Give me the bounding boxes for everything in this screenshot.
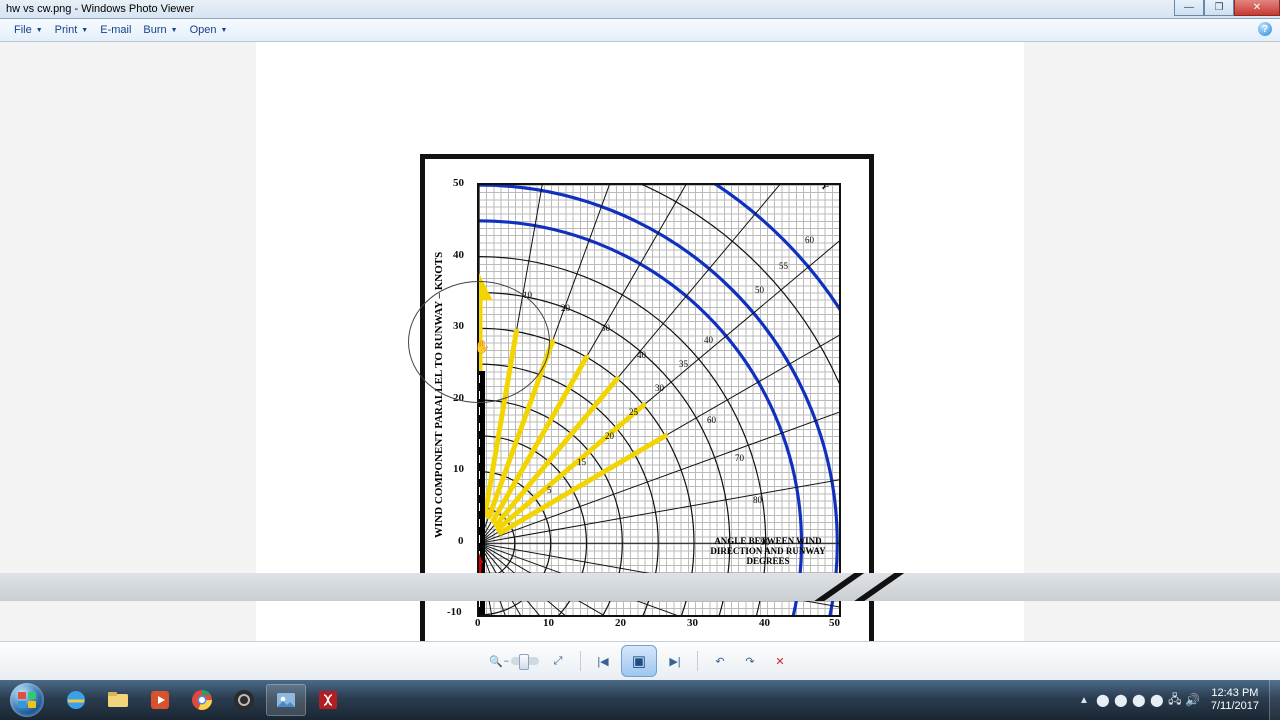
video-icon[interactable] bbox=[140, 684, 180, 716]
ytick-40: 40 bbox=[453, 249, 464, 261]
caption-buttons: — ❐ ✕ bbox=[1174, 0, 1280, 18]
chevron-down-icon: ▼ bbox=[221, 27, 228, 34]
xtick-0: 0 bbox=[475, 617, 481, 629]
ie-icon[interactable] bbox=[56, 684, 96, 716]
arc-15: 15 bbox=[577, 457, 586, 467]
arc-50: 50 bbox=[755, 285, 764, 295]
tray-icon-3[interactable]: ⬤ bbox=[1131, 692, 1147, 708]
angle-label: ANGLE BETWEEN WIND DIRECTION AND RUNWAY … bbox=[703, 537, 833, 567]
arc-40: 40 bbox=[704, 335, 713, 345]
explorer-icon[interactable] bbox=[98, 684, 138, 716]
zoom-button[interactable]: 🔍− bbox=[488, 649, 540, 673]
angle-60-label: 60 bbox=[707, 415, 716, 425]
minus-icon: − bbox=[504, 656, 509, 666]
separator bbox=[697, 651, 698, 671]
menu-burn-label: Burn bbox=[143, 24, 166, 36]
ytick-10: 10 bbox=[453, 463, 464, 475]
titlebar[interactable]: hw vs cw.png - Windows Photo Viewer — ❐ … bbox=[0, 0, 1280, 19]
hand-cursor-icon: ✋ bbox=[474, 339, 490, 355]
rotate-cw-button[interactable]: ↷ bbox=[738, 649, 762, 673]
chevron-down-icon: ▼ bbox=[81, 27, 88, 34]
xtick-30: 30 bbox=[687, 617, 698, 629]
angle-30-label: 30 bbox=[601, 323, 610, 333]
chart-plot-area: 10 20 30 40 60 70 80 90 100 5 15 20 25 3… bbox=[477, 183, 841, 617]
taskbar-pinned bbox=[54, 684, 348, 716]
fit-icon: ⤢ bbox=[554, 655, 563, 668]
ytick-n10: -10 bbox=[447, 606, 462, 618]
xtick-10: 10 bbox=[543, 617, 554, 629]
slideshow-icon: ▣ bbox=[632, 652, 646, 670]
delete-icon: ✕ bbox=[775, 655, 784, 668]
zoom-slider[interactable] bbox=[511, 657, 539, 665]
arc-5: 5 bbox=[547, 485, 552, 495]
background-strip bbox=[0, 573, 1280, 601]
acrobat-icon[interactable] bbox=[308, 684, 348, 716]
xtick-50: 50 bbox=[829, 617, 840, 629]
viewer-content[interactable]: WIND COMPONENT PARALLEL TO RUNWAY – KNOT… bbox=[0, 42, 1280, 641]
menu-print[interactable]: Print▼ bbox=[49, 24, 95, 36]
window-title: hw vs cw.png - Windows Photo Viewer bbox=[0, 3, 1174, 15]
chevron-down-icon: ▼ bbox=[171, 27, 178, 34]
menu-email-label: E-mail bbox=[100, 24, 131, 36]
menu-burn[interactable]: Burn ▼ bbox=[137, 24, 183, 36]
rotate-cw-icon: ↷ bbox=[745, 655, 754, 668]
menu-open-label: Open bbox=[190, 24, 217, 36]
clock-time: 12:43 PM bbox=[1211, 687, 1259, 700]
chrome-icon[interactable] bbox=[182, 684, 222, 716]
menu-file-label: File bbox=[14, 24, 32, 36]
menu-email[interactable]: E-mail bbox=[94, 24, 137, 36]
xtick-20: 20 bbox=[615, 617, 626, 629]
ytick-0: 0 bbox=[458, 535, 464, 547]
delete-button[interactable]: ✕ bbox=[768, 649, 792, 673]
slideshow-button[interactable]: ▣ bbox=[621, 645, 657, 677]
obs-icon[interactable] bbox=[224, 684, 264, 716]
rotate-ccw-icon: ↶ bbox=[715, 655, 724, 668]
taskbar-clock[interactable]: 12:43 PM 7/11/2017 bbox=[1203, 687, 1267, 712]
minimize-button[interactable]: — bbox=[1174, 0, 1204, 16]
magnifier-icon: 🔍 bbox=[489, 655, 503, 668]
angle-40-label: 40 bbox=[637, 350, 646, 360]
maximize-button[interactable]: ❐ bbox=[1204, 0, 1234, 16]
next-icon: ▶| bbox=[669, 655, 680, 668]
rotate-ccw-button[interactable]: ↶ bbox=[708, 649, 732, 673]
tray-network-icon[interactable]: 🖧 bbox=[1167, 692, 1183, 708]
arc-30: 30 bbox=[655, 383, 664, 393]
chevron-down-icon: ▼ bbox=[36, 27, 43, 34]
system-tray: ▲ ⬤ ⬤ ⬤ ⬤ 🖧 🔊 12:43 PM 7/11/2017 bbox=[1075, 680, 1280, 720]
next-button[interactable]: ▶| bbox=[663, 649, 687, 673]
menu-open[interactable]: Open ▼ bbox=[184, 24, 234, 36]
xtick-40: 40 bbox=[759, 617, 770, 629]
taskbar: ▲ ⬤ ⬤ ⬤ ⬤ 🖧 🔊 12:43 PM 7/11/2017 bbox=[0, 680, 1280, 720]
photoviewer-toolbar: 🔍− ⤢ |◀ ▣ ▶| ↶ ↷ ✕ bbox=[0, 641, 1280, 680]
arc-35: 35 bbox=[679, 359, 688, 369]
start-button[interactable] bbox=[0, 680, 54, 720]
tray-icon-2[interactable]: ⬤ bbox=[1113, 692, 1129, 708]
prev-icon: |◀ bbox=[597, 655, 608, 668]
close-button[interactable]: ✕ bbox=[1234, 0, 1280, 16]
menubar: File▼ Print▼ E-mail Burn▼ Open▼ ? bbox=[0, 19, 1280, 42]
menu-file[interactable]: File ▼ bbox=[8, 24, 49, 36]
show-desktop-button[interactable] bbox=[1269, 680, 1280, 720]
angle-70-label: 70 bbox=[735, 453, 744, 463]
separator bbox=[580, 651, 581, 671]
help-icon[interactable]: ? bbox=[1258, 22, 1272, 36]
arc-60: 60 bbox=[805, 235, 814, 245]
photo-viewer-window: hw vs cw.png - Windows Photo Viewer — ❐ … bbox=[0, 0, 1280, 720]
ytick-50: 50 bbox=[453, 177, 464, 189]
photoviewer-taskbar-icon[interactable] bbox=[266, 684, 306, 716]
arc-20: 20 bbox=[605, 431, 614, 441]
menu-print-label: Print bbox=[55, 24, 78, 36]
previous-button[interactable]: |◀ bbox=[591, 649, 615, 673]
angle-20-label: 20 bbox=[561, 303, 570, 313]
tray-overflow-icon[interactable]: ▲ bbox=[1075, 695, 1093, 706]
arc-55: 55 bbox=[779, 261, 788, 271]
angle-80-label: 80 bbox=[753, 495, 762, 505]
tray-icon-4[interactable]: ⬤ bbox=[1149, 692, 1165, 708]
clock-date: 7/11/2017 bbox=[1211, 700, 1259, 713]
actual-size-button[interactable]: ⤢ bbox=[546, 649, 570, 673]
windows-logo-icon bbox=[10, 683, 44, 717]
tray-volume-icon[interactable]: 🔊 bbox=[1185, 692, 1201, 708]
tray-icon-1[interactable]: ⬤ bbox=[1095, 692, 1111, 708]
arc-25: 25 bbox=[629, 407, 638, 417]
